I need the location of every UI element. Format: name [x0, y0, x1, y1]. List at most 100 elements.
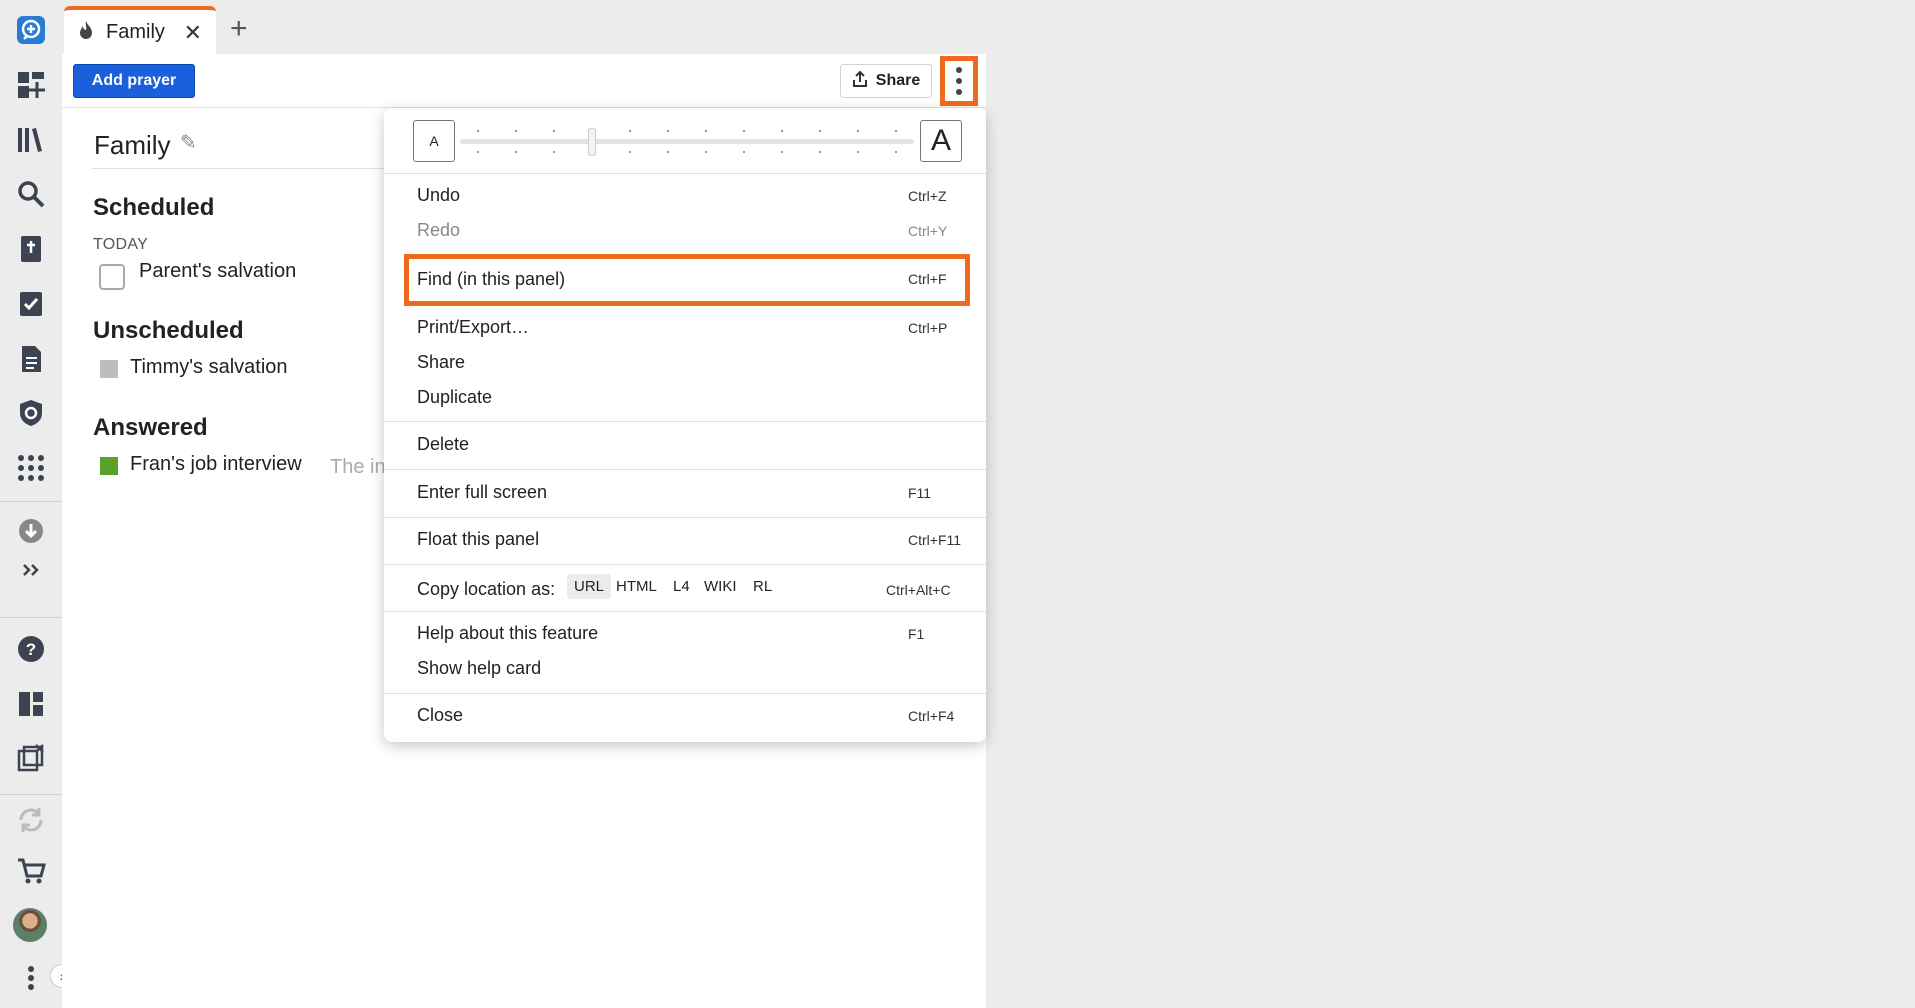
- slider-tick: [781, 130, 783, 132]
- shortcut-undo: Ctrl+Z: [908, 188, 947, 204]
- logo-search-plus-icon[interactable]: [13, 12, 49, 48]
- kebab-dot: [956, 78, 962, 84]
- status-square: [100, 360, 118, 378]
- panel-menu: A A Undo Ctrl+Z Redo Ctrl+Y Find (in thi…: [384, 108, 986, 742]
- slider-tick: [743, 151, 745, 153]
- svg-text:?: ?: [26, 640, 36, 659]
- avatar[interactable]: [13, 908, 47, 942]
- increase-font-button[interactable]: A: [920, 120, 962, 162]
- shortcut-help: F1: [908, 626, 925, 642]
- slider-tick: [857, 130, 859, 132]
- prayer-item-frans-job-interview[interactable]: Fran's job interview: [130, 453, 302, 476]
- share-icon: [852, 70, 868, 93]
- slider-tick: [705, 151, 707, 153]
- dashboard-add-icon[interactable]: [13, 67, 49, 103]
- section-heading-unscheduled: Unscheduled: [93, 317, 244, 344]
- menu-divider: [384, 421, 986, 422]
- menu-divider: [384, 517, 986, 518]
- prayer-item-parents-salvation[interactable]: Parent's salvation: [139, 260, 296, 283]
- menu-divider: [384, 469, 986, 470]
- cart-icon[interactable]: [13, 853, 49, 889]
- left-rail: ?: [0, 0, 62, 1008]
- slider-tick: [553, 130, 555, 132]
- slider-tick: [819, 130, 821, 132]
- decrease-font-button[interactable]: A: [413, 120, 455, 162]
- slider-tick: [819, 151, 821, 153]
- kebab-dot: [956, 89, 962, 95]
- slider-tick: [781, 151, 783, 153]
- title-divider: [92, 168, 392, 169]
- prayer-list-icon[interactable]: [13, 286, 49, 322]
- copy-format-wiki[interactable]: WIKI: [704, 578, 737, 595]
- shortcut-find: Ctrl+F: [908, 271, 947, 287]
- menu-item-full-screen[interactable]: Enter full screen: [417, 482, 547, 503]
- group-label-today: TODAY: [93, 236, 149, 253]
- shortcut-copy-location: Ctrl+Alt+C: [886, 582, 951, 598]
- double-chevron-right-icon[interactable]: [13, 552, 49, 588]
- menu-divider: [384, 693, 986, 694]
- shortcut-print: Ctrl+P: [908, 320, 948, 336]
- copy-format-html[interactable]: HTML: [616, 578, 657, 595]
- font-size-slider[interactable]: [460, 139, 914, 144]
- help-icon[interactable]: ?: [13, 631, 49, 667]
- edit-pencil-icon[interactable]: ✎: [180, 130, 197, 155]
- menu-item-print-export[interactable]: Print/Export…: [417, 317, 529, 338]
- shield-icon[interactable]: [13, 395, 49, 431]
- menu-item-float-panel[interactable]: Float this panel: [417, 529, 539, 550]
- section-heading-answered: Answered: [93, 414, 208, 441]
- panel-toolbar: Add prayer Share: [62, 54, 986, 108]
- font-size-slider-thumb[interactable]: [588, 128, 596, 156]
- document-icon[interactable]: [13, 341, 49, 377]
- menu-item-show-help-card[interactable]: Show help card: [417, 658, 541, 679]
- shortcut-redo: Ctrl+Y: [908, 223, 948, 239]
- kebab-dot: [956, 67, 962, 73]
- slider-tick: [515, 130, 517, 132]
- panel-menu-button[interactable]: [940, 56, 978, 106]
- menu-item-help-feature[interactable]: Help about this feature: [417, 623, 598, 644]
- tab-close-icon[interactable]: ✕: [184, 20, 202, 46]
- slider-tick: [705, 130, 707, 132]
- search-icon[interactable]: [13, 176, 49, 212]
- copy-format-l4[interactable]: L4: [673, 578, 690, 595]
- copy-format-rl[interactable]: RL: [753, 578, 772, 595]
- prayer-item-timmys-salvation[interactable]: Timmy's salvation: [130, 356, 288, 379]
- slider-tick: [895, 151, 897, 153]
- menu-divider: [384, 611, 986, 612]
- shortcut-full-screen: F11: [908, 485, 932, 501]
- slider-tick: [553, 151, 555, 153]
- sync-icon[interactable]: [13, 802, 49, 838]
- menu-divider: [384, 564, 986, 565]
- rail-divider: [0, 794, 62, 795]
- menu-item-undo[interactable]: Undo: [417, 185, 460, 206]
- slider-tick: [743, 130, 745, 132]
- menu-item-close[interactable]: Close: [417, 705, 463, 726]
- menu-item-find[interactable]: Find (in this panel): [417, 269, 565, 290]
- add-tab-button[interactable]: +: [230, 14, 248, 44]
- menu-item-redo[interactable]: Redo: [417, 220, 460, 241]
- layout-icon[interactable]: [13, 686, 49, 722]
- more-vertical-icon[interactable]: [13, 960, 49, 996]
- add-prayer-button[interactable]: Add prayer: [73, 64, 195, 98]
- menu-item-duplicate[interactable]: Duplicate: [417, 387, 492, 408]
- slider-tick: [477, 151, 479, 153]
- slider-tick: [857, 151, 859, 153]
- bible-icon[interactable]: [13, 231, 49, 267]
- close-panels-icon[interactable]: [13, 740, 49, 776]
- copy-format-url[interactable]: URL: [567, 574, 612, 599]
- flame-icon: [78, 20, 94, 45]
- tab-family[interactable]: Family ✕: [64, 6, 216, 54]
- rail-divider: [0, 501, 62, 502]
- prayer-note: The in: [330, 456, 386, 478]
- download-icon[interactable]: [13, 513, 49, 549]
- rail-divider: [0, 617, 62, 618]
- menu-item-share[interactable]: Share: [417, 352, 465, 373]
- share-button[interactable]: Share: [840, 64, 932, 98]
- apps-grid-icon[interactable]: [13, 450, 49, 486]
- menu-item-delete[interactable]: Delete: [417, 434, 469, 455]
- slider-tick: [629, 130, 631, 132]
- prayer-checkbox[interactable]: [99, 264, 125, 290]
- library-icon[interactable]: [13, 122, 49, 158]
- status-square: [100, 457, 118, 475]
- slider-tick: [667, 130, 669, 132]
- share-label: Share: [875, 72, 921, 89]
